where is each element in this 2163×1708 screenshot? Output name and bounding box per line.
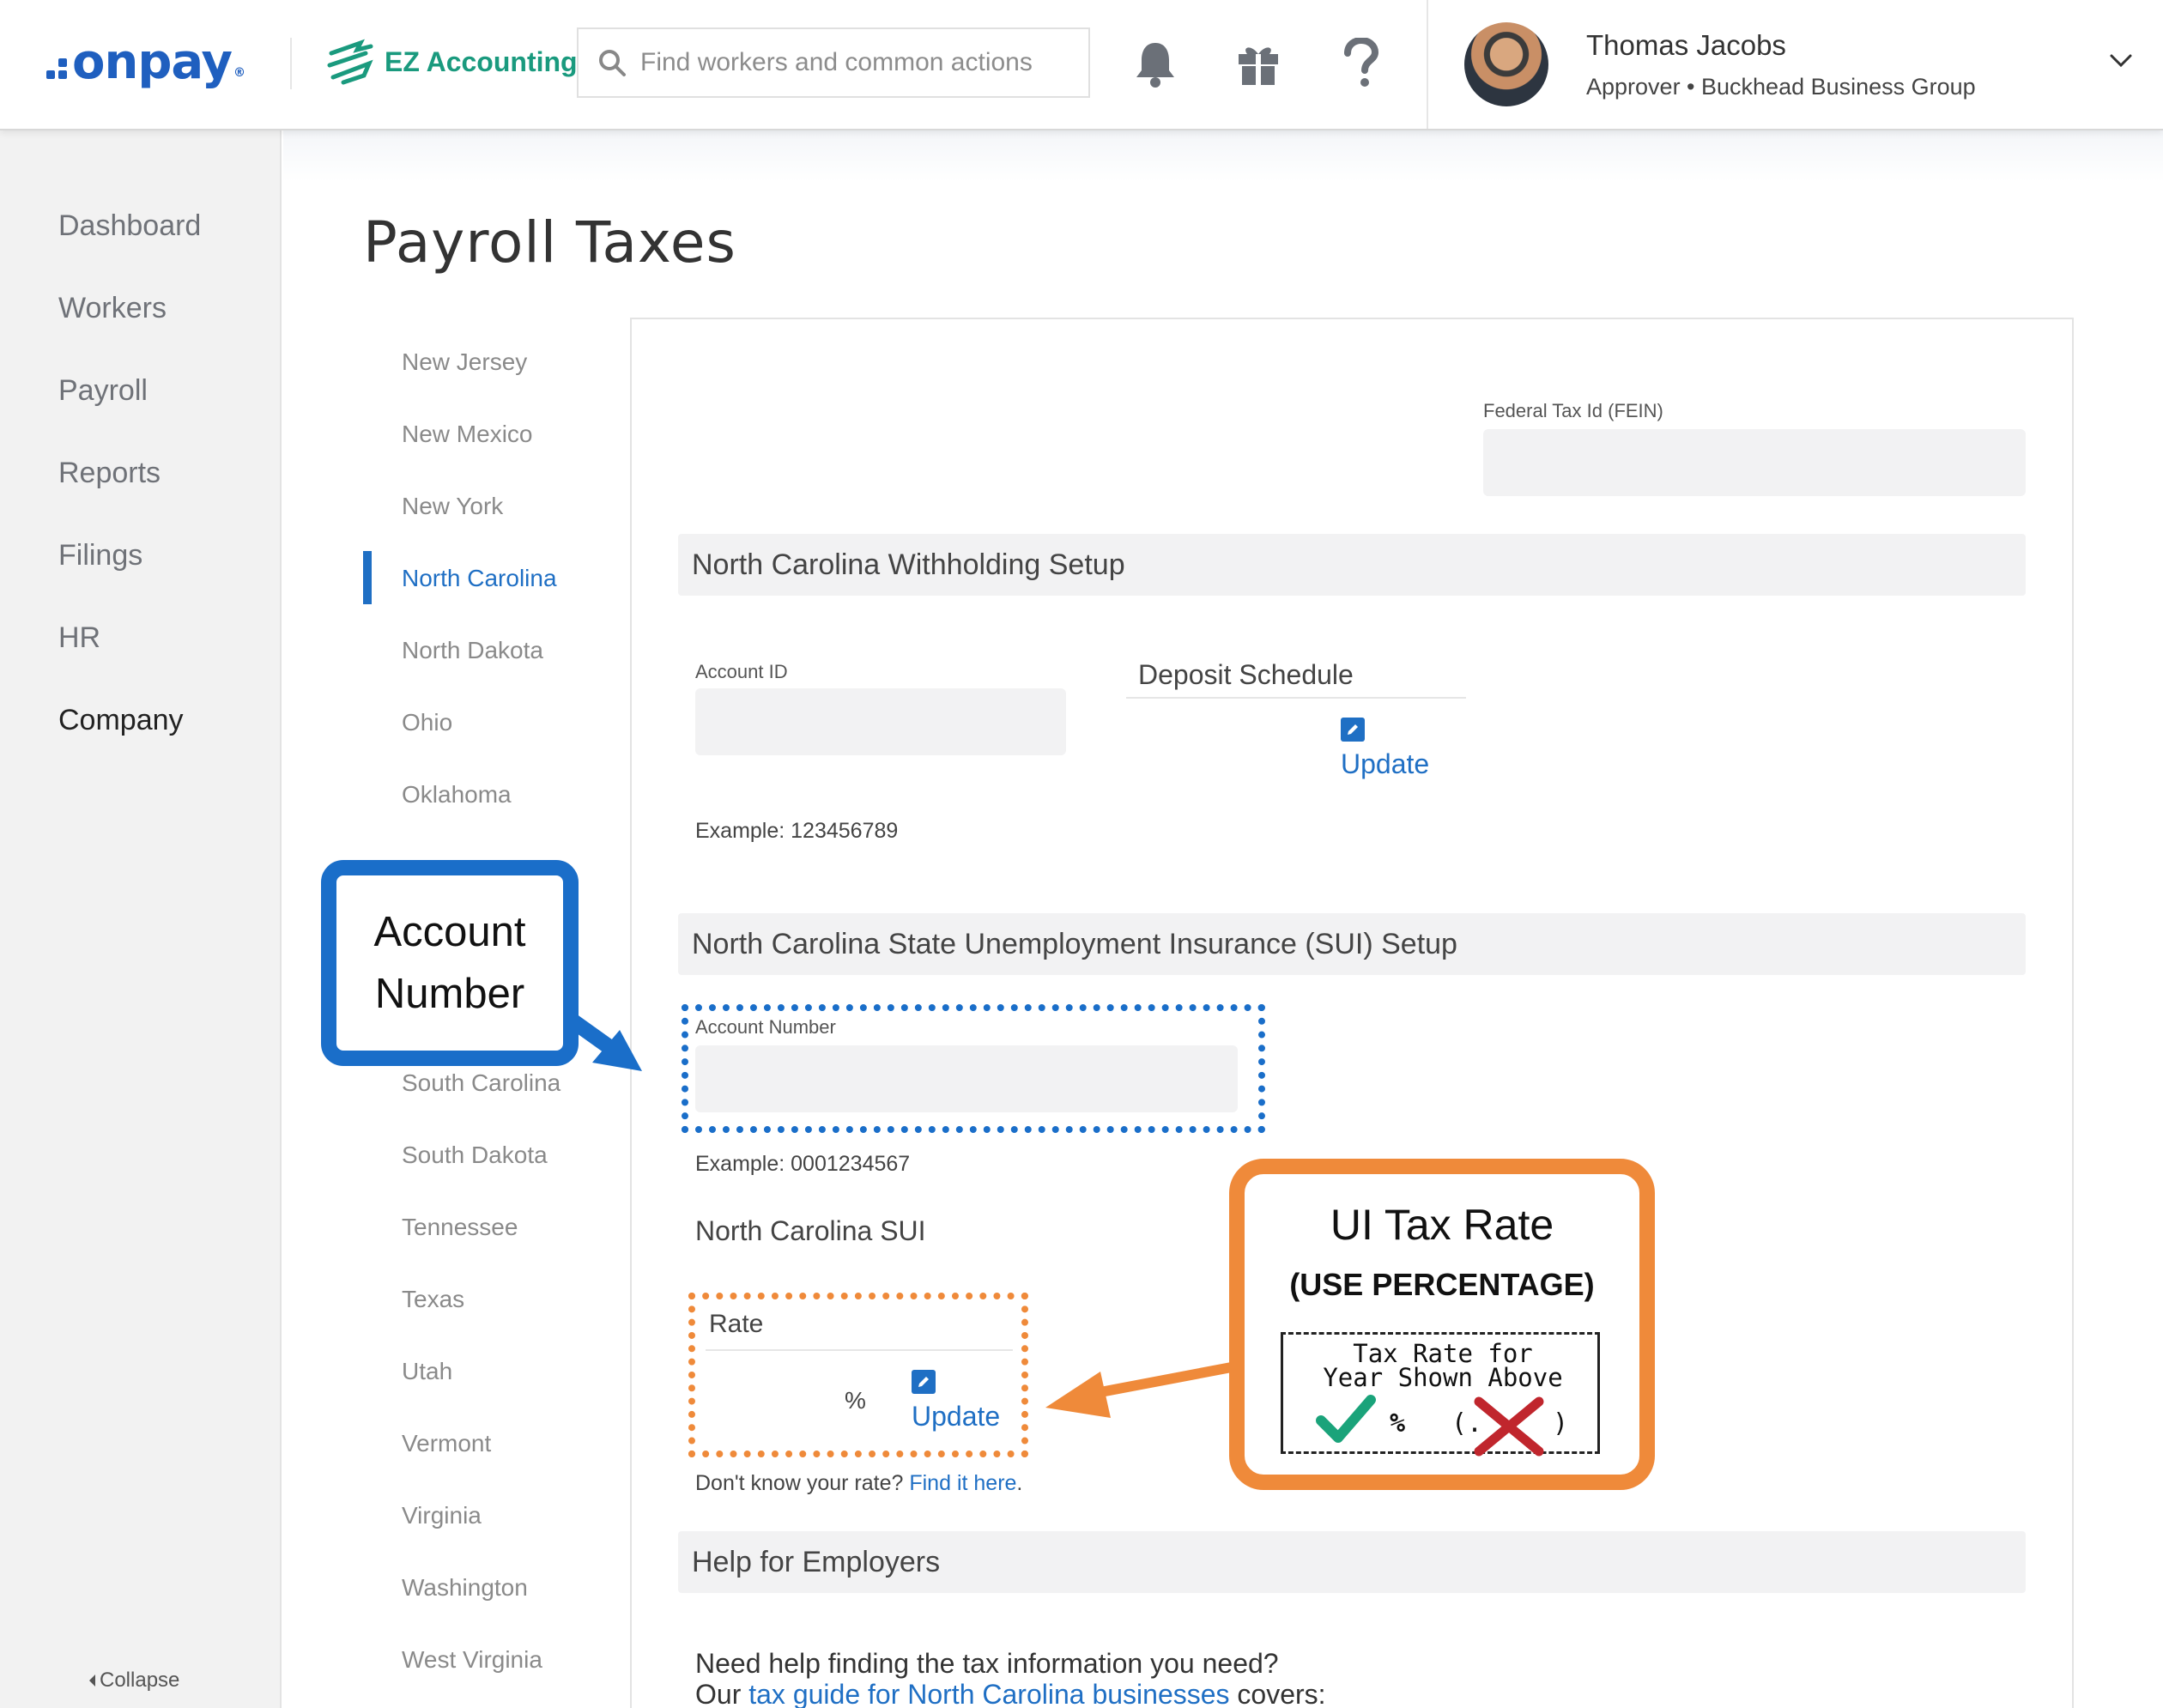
sui-subheading: North Carolina SUI	[695, 1215, 926, 1246]
help-text-line1: Need help finding the tax information yo…	[695, 1648, 1279, 1679]
state-item[interactable]: West Virginia	[402, 1646, 542, 1674]
state-item[interactable]: New Mexico	[402, 421, 532, 448]
caret-left-icon	[89, 1675, 95, 1687]
rate-help-text: Don't know your rate? Find it here.	[695, 1471, 1022, 1496]
content-top-shadow	[283, 130, 2163, 182]
rate-help-end: .	[1016, 1471, 1023, 1495]
callout-line1: Account	[373, 909, 526, 955]
rate-example-line2: Year Shown Above	[1323, 1363, 1563, 1392]
edit-icon[interactable]	[1341, 718, 1365, 742]
sidebar-item-workers[interactable]: Workers	[58, 292, 167, 325]
account-id-example: Example: 123456789	[695, 819, 899, 843]
help-button[interactable]	[1336, 38, 1387, 89]
state-item[interactable]: Vermont	[402, 1430, 491, 1457]
page-title: Payroll Taxes	[363, 209, 736, 276]
ez-accounting-label: EZ Accounting	[385, 45, 578, 77]
ez-accounting-link[interactable]: EZ Accounting	[326, 38, 578, 86]
help-text-line2: Our tax guide for North Carolina busines…	[695, 1679, 1326, 1708]
logo-text: onpay	[72, 34, 233, 90]
state-item[interactable]: Texas	[402, 1286, 464, 1313]
rate-example-box: Tax Rate for Year Shown Above % (. )	[1281, 1332, 1603, 1457]
find-rate-link[interactable]: Find it here	[909, 1471, 1016, 1495]
divider	[1126, 697, 1466, 699]
top-header: onpay ® EZ Accounting Find workers and c…	[0, 0, 2163, 130]
collapse-label: Collapse	[100, 1669, 180, 1692]
notifications-button[interactable]	[1130, 38, 1181, 89]
deposit-schedule-label: Deposit Schedule	[1138, 659, 1354, 690]
tax-guide-link[interactable]: tax guide for North Carolina businesses	[748, 1679, 1229, 1708]
red-x-icon	[1474, 1396, 1544, 1457]
state-item-active[interactable]: North Carolina	[402, 565, 557, 592]
state-item[interactable]: Tennessee	[402, 1214, 518, 1241]
sui-account-number-label: Account Number	[695, 1016, 836, 1038]
help-section-header: Help for Employers	[678, 1531, 2026, 1593]
callout-title: UI Tax Rate	[1330, 1201, 1554, 1249]
rate-label: Rate	[709, 1310, 764, 1338]
ez-accounting-icon	[327, 39, 373, 85]
chevron-down-icon[interactable]	[2108, 48, 2134, 74]
fein-label: Federal Tax Id (FEIN)	[1483, 400, 1663, 421]
logo-mark-icon	[46, 58, 67, 79]
state-item[interactable]: Utah	[402, 1358, 452, 1385]
withholding-section-header: North Carolina Withholding Setup	[678, 534, 2026, 596]
ui-tax-rate-callout: UI Tax Rate (USE PERCENTAGE) Tax Rate fo…	[1229, 1159, 1655, 1490]
search-icon	[599, 50, 626, 76]
blue-arrow-icon	[566, 1014, 642, 1071]
rate-unit: %	[845, 1387, 866, 1414]
header-divider	[1427, 0, 1428, 129]
sidebar-item-reports[interactable]: Reports	[58, 457, 161, 490]
gifts-button[interactable]	[1233, 38, 1284, 89]
question-mark-icon	[1344, 38, 1379, 87]
bad-format-close: )	[1553, 1408, 1569, 1438]
sidebar-item-payroll[interactable]: Payroll	[58, 374, 148, 408]
user-name[interactable]: Thomas Jacobs	[1586, 29, 1786, 62]
fein-field[interactable]	[1483, 429, 2026, 496]
state-item[interactable]: Washington	[402, 1574, 528, 1602]
active-state-indicator	[363, 551, 372, 604]
help-line2-prefix: Our	[695, 1679, 742, 1708]
sidebar: Dashboard Workers Payroll Reports Filing…	[0, 130, 282, 1708]
rate-example-caption: Tax Rate for Year Shown Above	[1283, 1342, 1603, 1390]
registered-mark: ®	[233, 65, 245, 80]
state-item[interactable]: New York	[402, 493, 503, 520]
sui-account-example: Example: 0001234567	[695, 1152, 911, 1176]
state-item[interactable]: Ohio	[402, 709, 452, 736]
good-format-percent: %	[1390, 1408, 1406, 1438]
search-box[interactable]	[577, 27, 1090, 98]
checkmark-icon	[1316, 1395, 1376, 1443]
help-line2-suffix: covers:	[1237, 1679, 1326, 1708]
header-divider	[290, 38, 292, 89]
state-item[interactable]: South Dakota	[402, 1142, 548, 1169]
state-item[interactable]: South Carolina	[402, 1069, 560, 1097]
callout-subtitle: (USE PERCENTAGE)	[1289, 1267, 1595, 1302]
orange-arrow-icon	[1045, 1361, 1239, 1418]
deposit-schedule-update-link[interactable]: Update	[1341, 748, 1429, 780]
bell-icon	[1136, 43, 1174, 88]
collapse-sidebar-button[interactable]: Collapse	[88, 1669, 179, 1693]
state-item[interactable]: New Jersey	[402, 348, 527, 376]
account-id-label: Account ID	[695, 661, 788, 682]
sidebar-item-hr[interactable]: HR	[58, 621, 100, 655]
onpay-logo[interactable]: onpay ®	[46, 34, 245, 90]
rate-example-line1: Tax Rate for	[1353, 1339, 1533, 1368]
sidebar-item-filings[interactable]: Filings	[58, 539, 142, 572]
sui-section-header: North Carolina State Unemployment Insura…	[678, 913, 2026, 975]
search-input[interactable]	[640, 48, 1069, 77]
rate-help-prefix: Don't know your rate?	[695, 1471, 904, 1495]
sidebar-item-dashboard[interactable]: Dashboard	[58, 209, 201, 243]
state-item[interactable]: Virginia	[402, 1502, 482, 1529]
account-id-field[interactable]	[695, 688, 1066, 755]
rate-update-link[interactable]: Update	[912, 1401, 1000, 1432]
state-item[interactable]: Oklahoma	[402, 781, 512, 809]
edit-icon[interactable]	[912, 1370, 936, 1394]
user-role: Approver • Buckhead Business Group	[1586, 74, 1976, 100]
divider	[706, 1349, 1013, 1351]
sui-account-number-field[interactable]	[695, 1045, 1238, 1112]
sidebar-item-company[interactable]: Company	[58, 704, 184, 737]
avatar[interactable]	[1464, 22, 1548, 106]
gift-icon	[1239, 47, 1278, 85]
callout-line2: Number	[374, 971, 525, 1017]
account-number-callout: Account Number	[321, 860, 579, 1066]
state-item[interactable]: North Dakota	[402, 637, 543, 664]
